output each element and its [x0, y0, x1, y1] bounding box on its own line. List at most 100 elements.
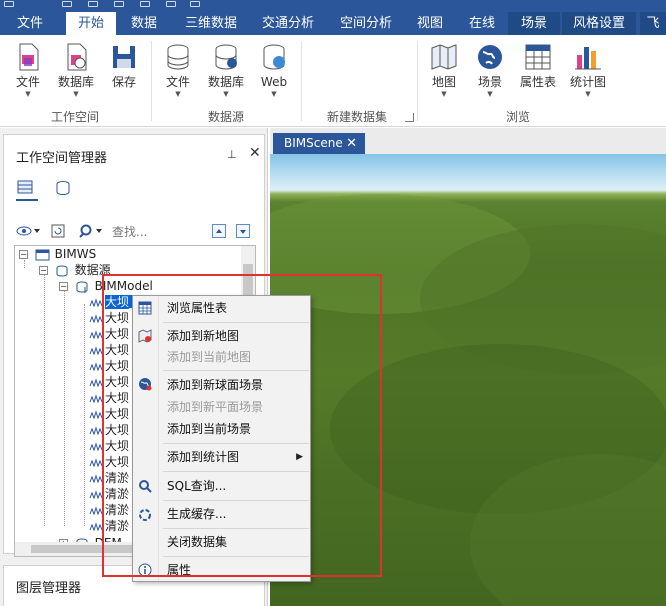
tab-data[interactable]: 数据 [124, 12, 164, 35]
browse-scene-button[interactable]: 场景 ▼ [466, 39, 514, 99]
browse-attribute-table-button[interactable]: 属性表 [514, 39, 562, 99]
tree-toolbar [14, 221, 256, 243]
menu-add-to-new-sphere-scene[interactable]: 添加到新球面场景 [159, 375, 309, 395]
workspace-manager-title: 工作空间管理器 [16, 151, 108, 166]
menu-add-to-chart[interactable]: 添加到统计图 ▶ [159, 447, 309, 467]
model-dataset-icon [89, 489, 103, 499]
tab-traffic-analysis[interactable]: 交通分析 [254, 12, 322, 35]
collapse-icon[interactable]: − [59, 282, 68, 291]
tree-node-dataset[interactable]: 清淤 [89, 502, 129, 518]
browse-chart-button[interactable]: 统计图 ▼ [564, 39, 612, 99]
dropdown-arrow-icon: ▼ [487, 90, 493, 98]
menu-add-to-current-map: 添加到当前地图 [167, 350, 252, 364]
3d-scene-viewport[interactable] [270, 154, 666, 606]
collapse-icon[interactable]: − [39, 266, 48, 275]
browse-group-label: 浏览 [505, 110, 530, 124]
menu-separator [163, 322, 309, 323]
quick-redo-icon[interactable] [166, 1, 176, 7]
tab-start[interactable]: 开始 [66, 12, 116, 35]
tree-node-dataset[interactable]: 大坝 [89, 310, 129, 326]
app-icon[interactable] [4, 1, 14, 7]
search-icon [139, 480, 152, 493]
workspace-group-label: 工作空间 [50, 110, 99, 124]
map-icon [431, 44, 457, 70]
quick-undo-icon[interactable] [140, 1, 150, 7]
menu-sql-query[interactable]: SQL查询... [159, 476, 309, 496]
tree-node-dataset[interactable]: 大坝 [89, 358, 129, 374]
datasource-web-button[interactable]: Web ▼ [250, 39, 298, 99]
quick-new-icon[interactable] [62, 1, 72, 7]
quick-access-toolbar [0, 0, 666, 9]
workspace-database-button[interactable]: 数据库 ▼ [52, 39, 100, 99]
tree-node-dataset[interactable]: 大坝 [89, 454, 129, 470]
tree-node-dataset[interactable]: 清淤 [89, 518, 129, 534]
tree-node-workspace[interactable]: − BIMWS [19, 246, 96, 262]
tab-view[interactable]: 视图 [410, 12, 450, 35]
tree-node-datasources[interactable]: − 数据源 [39, 262, 111, 278]
tab-3d-data[interactable]: 三维数据 [176, 12, 246, 35]
model-dataset-icon [89, 329, 103, 339]
ribbon-tab-bar: 文件 开始 数据 三维数据 交通分析 空间分析 视图 在线 场景 风格设置 飞 [0, 9, 666, 35]
datasource-database-button[interactable]: 数据库 ▼ [202, 39, 250, 99]
tree-node-dataset[interactable]: 大坝 [89, 342, 129, 358]
find-previous-button[interactable] [212, 224, 226, 238]
tab-bimscene[interactable]: BIMScene ✕ [273, 133, 365, 154]
tab-scene[interactable]: 场景 [508, 12, 560, 35]
tree-node-dataset[interactable]: 大坝 [89, 406, 129, 422]
tab-fly[interactable]: 飞 [640, 12, 666, 35]
quick-open-icon[interactable] [88, 1, 98, 7]
tab-workspace-tree[interactable] [16, 179, 38, 201]
group-launcher-icon[interactable] [405, 113, 414, 122]
table-icon [138, 301, 152, 315]
search-options-button[interactable] [78, 223, 106, 241]
close-icon[interactable]: ✕ [249, 145, 261, 161]
tab-file[interactable]: 文件 [8, 12, 52, 35]
submenu-arrow-icon: ▶ [296, 452, 303, 462]
quick-more-icon[interactable] [190, 1, 200, 7]
tab-spatial-analysis[interactable]: 空间分析 [332, 12, 400, 35]
close-icon[interactable]: ✕ [346, 133, 357, 154]
menu-properties[interactable]: 属性 [159, 560, 309, 580]
model-dataset-icon [89, 409, 103, 419]
tab-style-settings[interactable]: 风格设置 [562, 12, 636, 35]
quick-save-icon[interactable] [114, 1, 124, 7]
tree-node-dataset[interactable]: 大坝 [89, 438, 129, 454]
browse-map-button[interactable]: 地图 ▼ [420, 39, 468, 99]
menu-generate-cache[interactable]: 生成缓存... [159, 504, 309, 524]
table-icon [525, 44, 551, 70]
tree-node-datasource[interactable]: − BIMModel [59, 278, 153, 294]
tree-node-dataset[interactable]: 大坝 [89, 390, 129, 406]
tree-node-dataset[interactable]: 大坝 [89, 422, 129, 438]
view-options-button[interactable] [16, 223, 42, 241]
find-next-button[interactable] [236, 224, 250, 238]
workspace-file-icon [19, 43, 39, 71]
menu-browse-attribute-table[interactable]: 浏览属性表 [159, 298, 309, 318]
pin-icon[interactable]: ⊥ [227, 148, 237, 161]
new-dataset-group-label: 新建数据集 [326, 110, 387, 124]
collapse-icon[interactable]: − [19, 250, 28, 259]
datasource-file-button[interactable]: 文件 ▼ [154, 39, 202, 99]
refresh-button[interactable] [50, 223, 66, 241]
workspace-icon [35, 249, 50, 260]
search-input[interactable] [112, 222, 208, 242]
tab-online[interactable]: 在线 [462, 12, 502, 35]
model-dataset-icon [89, 377, 103, 387]
workspace-file-button[interactable]: 文件 ▼ [4, 39, 52, 99]
add-map-icon [138, 329, 152, 343]
workspace-save-button[interactable]: 保存 [100, 39, 148, 99]
tree-node-dataset[interactable]: 清淤 [89, 486, 129, 502]
menu-close-dataset[interactable]: 关闭数据集 [159, 532, 309, 552]
search-icon [79, 224, 102, 238]
tree-node-dataset[interactable]: 大坝 [89, 374, 129, 390]
tab-datasource-tree[interactable] [54, 179, 76, 201]
menu-add-to-current-scene[interactable]: 添加到当前场景 [159, 419, 309, 439]
tree-node-dataset[interactable]: 大坝 [89, 326, 129, 342]
tree-node-dataset[interactable]: 清淤 [89, 470, 129, 486]
datasource-web-icon [263, 44, 285, 70]
menu-add-to-new-map[interactable]: 添加到新地图 [159, 326, 309, 346]
dropdown-arrow-icon: ▼ [223, 90, 229, 98]
dropdown-arrow-icon: ▼ [175, 90, 181, 98]
tree-connector [64, 290, 65, 526]
model-dataset-icon [89, 345, 103, 355]
globe-icon [478, 45, 502, 69]
